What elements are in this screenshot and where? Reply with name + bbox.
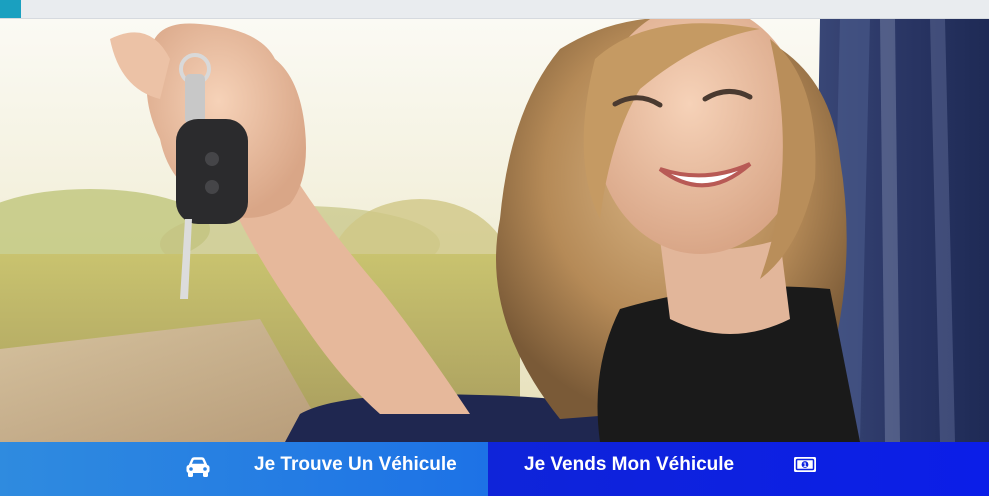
hero-photo bbox=[0, 19, 989, 442]
svg-text:1: 1 bbox=[803, 462, 807, 469]
banknote-icon: 1 bbox=[793, 456, 817, 473]
hero-banner bbox=[0, 19, 989, 442]
page: Je Trouve Un Véhicule Je Vends Mon Véhic… bbox=[0, 0, 989, 496]
sell-vehicle-button[interactable]: Je Vends Mon Véhicule 1 bbox=[488, 442, 989, 496]
find-vehicle-label: Je Trouve Un Véhicule bbox=[254, 454, 457, 475]
cta-bar: Je Trouve Un Véhicule Je Vends Mon Véhic… bbox=[0, 442, 989, 496]
top-bar-accent bbox=[0, 0, 21, 18]
sell-vehicle-label: Je Vends Mon Véhicule bbox=[524, 454, 735, 475]
find-vehicle-button[interactable]: Je Trouve Un Véhicule bbox=[0, 442, 488, 496]
top-bar bbox=[0, 0, 989, 19]
car-icon bbox=[185, 457, 211, 479]
